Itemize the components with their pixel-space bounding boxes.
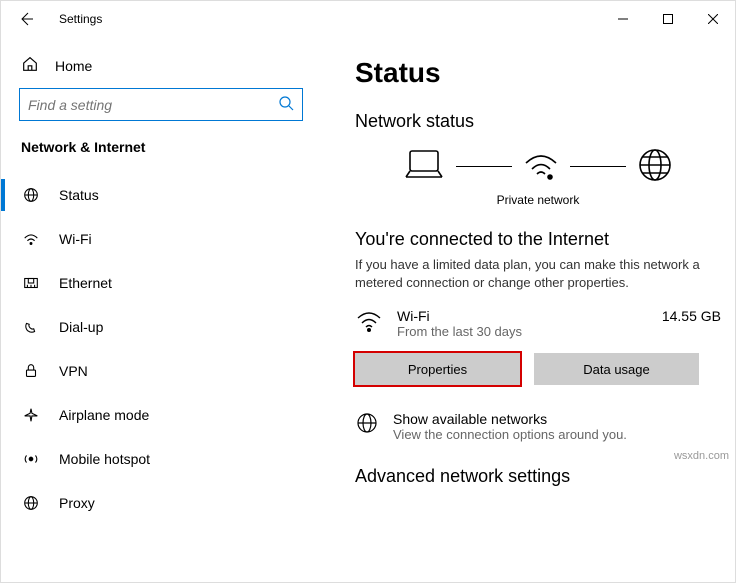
available-sub: View the connection options around you. <box>393 427 627 442</box>
content-area: Home Network & Internet <box>1 37 735 582</box>
titlebar: Settings <box>1 1 735 37</box>
ethernet-icon <box>21 274 41 292</box>
data-usage-button[interactable]: Data usage <box>534 353 699 385</box>
available-title: Show available networks <box>393 411 627 427</box>
nav-list: Status Wi-Fi Eth <box>1 173 321 525</box>
nav-item-hotspot[interactable]: Mobile hotspot <box>1 437 321 481</box>
wifi-usage-row: Wi-Fi From the last 30 days 14.55 GB <box>355 308 721 339</box>
diagram-line <box>570 166 626 168</box>
nav-item-proxy[interactable]: Proxy <box>1 481 321 525</box>
titlebar-left: Settings <box>17 10 102 28</box>
dialup-icon <box>21 318 41 336</box>
hotspot-icon <box>21 450 41 468</box>
connected-desc: If you have a limited data plan, you can… <box>355 256 721 292</box>
watermark: wsxdn.com <box>674 450 729 462</box>
network-status-heading: Network status <box>355 111 721 132</box>
proxy-icon <box>21 494 41 512</box>
connected-title: You're connected to the Internet <box>355 229 721 250</box>
window-title: Settings <box>59 12 102 26</box>
nav-item-wifi[interactable]: Wi-Fi <box>1 217 321 261</box>
globe-icon-small <box>355 411 379 438</box>
advanced-settings-heading: Advanced network settings <box>355 466 721 487</box>
vpn-icon <box>21 362 41 380</box>
page-title: Status <box>355 57 721 89</box>
button-row: Properties Data usage <box>355 353 721 385</box>
nav-item-dialup[interactable]: Dial-up <box>1 305 321 349</box>
available-info: Show available networks View the connect… <box>393 411 627 442</box>
section-label: Network & Internet <box>1 139 321 173</box>
wifi-signal-icon <box>522 147 560 186</box>
window-controls <box>600 4 735 34</box>
wifi-icon <box>21 230 41 248</box>
home-label: Home <box>55 58 92 74</box>
diagram-line <box>456 166 512 168</box>
laptop-icon <box>402 147 446 186</box>
status-icon <box>21 186 41 204</box>
search-input[interactable] <box>28 97 278 113</box>
globe-icon <box>636 146 674 187</box>
wifi-name: Wi-Fi <box>397 308 648 324</box>
search-icon <box>278 95 294 114</box>
home-icon <box>21 55 39 76</box>
search-box[interactable] <box>19 88 303 121</box>
main-panel: Status Network status <box>321 37 735 582</box>
nav-label: Proxy <box>59 495 95 511</box>
nav-label: Airplane mode <box>59 407 149 423</box>
maximize-button[interactable] <box>645 4 690 34</box>
network-diagram <box>355 146 721 187</box>
wifi-info: Wi-Fi From the last 30 days <box>397 308 648 339</box>
nav-label: VPN <box>59 363 88 379</box>
wifi-usage-value: 14.55 GB <box>662 308 721 324</box>
nav-item-airplane[interactable]: Airplane mode <box>1 393 321 437</box>
sidebar: Home Network & Internet <box>1 37 321 582</box>
properties-button[interactable]: Properties <box>355 353 520 385</box>
wifi-sub: From the last 30 days <box>397 324 648 339</box>
nav-label: Dial-up <box>59 319 103 335</box>
settings-window: Settings Home <box>0 0 736 583</box>
nav-item-ethernet[interactable]: Ethernet <box>1 261 321 305</box>
diagram-label: Private network <box>355 193 721 207</box>
minimize-button[interactable] <box>600 4 645 34</box>
nav-label: Wi-Fi <box>59 231 92 247</box>
close-button[interactable] <box>690 4 735 34</box>
back-button[interactable] <box>17 10 35 28</box>
nav-label: Ethernet <box>59 275 112 291</box>
nav-label: Mobile hotspot <box>59 451 150 467</box>
available-networks-row[interactable]: Show available networks View the connect… <box>355 411 721 442</box>
wifi-icon-small <box>355 308 383 337</box>
home-link[interactable]: Home <box>1 49 321 88</box>
nav-item-vpn[interactable]: VPN <box>1 349 321 393</box>
nav-label: Status <box>59 187 99 203</box>
nav-item-status[interactable]: Status <box>1 173 321 217</box>
airplane-icon <box>21 406 41 424</box>
